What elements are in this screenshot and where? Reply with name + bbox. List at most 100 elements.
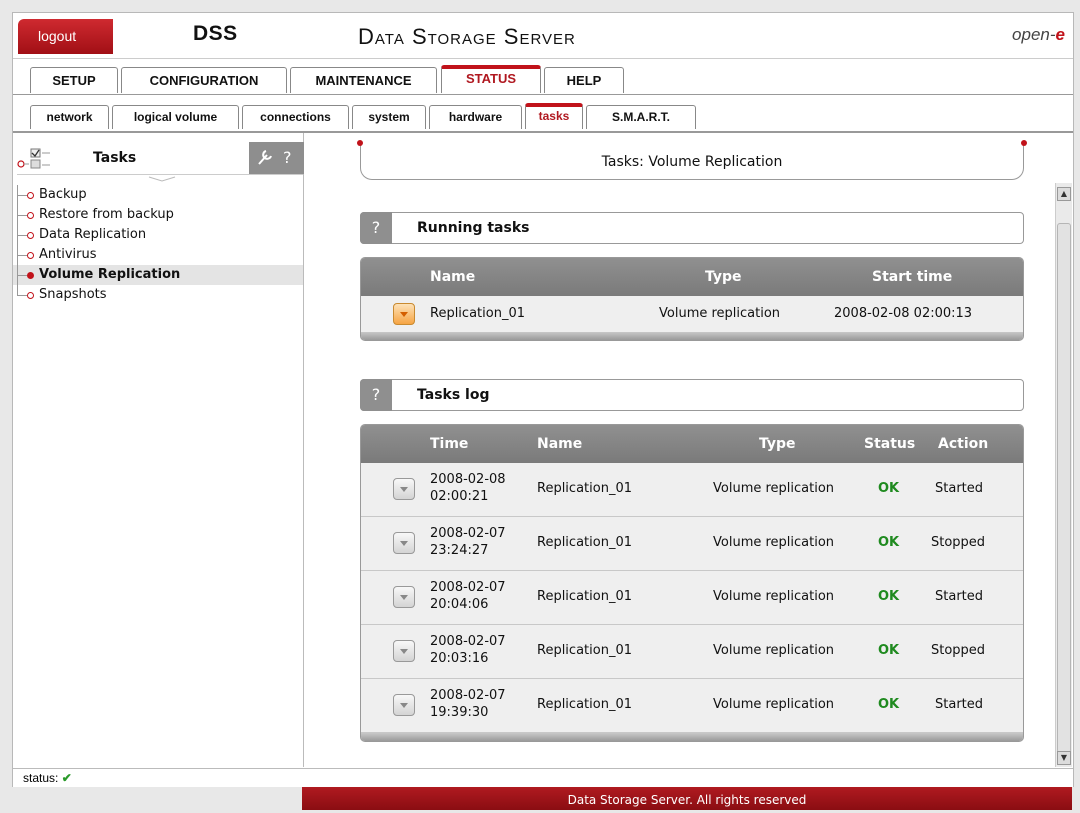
cell-name: Replication_01 [537,643,632,658]
logout-button[interactable]: logout [18,19,113,54]
tree-node-icon [27,272,34,279]
brand-prefix: open- [1012,25,1056,44]
tab-configuration[interactable]: CONFIGURATION [121,67,287,93]
status-badge: OK [878,589,900,604]
cell-type: Volume replication [659,306,781,321]
cell-time: 19:39:30 [430,705,489,720]
cell-time: 02:00:21 [430,489,489,504]
corner-dot [1021,140,1027,146]
table-row: 2008-02-07 20:04:06 Replication_01 Volum… [361,571,1023,625]
cell-start-time: 2008-02-08 02:00:13 [834,306,973,321]
cell-type: Volume replication [713,697,835,712]
status-bar: status: ✔ [13,768,1073,787]
running-tasks-help-button[interactable]: ? [360,212,392,244]
corner-dot [357,140,363,146]
table-header: Name Type Start time [361,258,1023,296]
col-type: Type [705,269,742,285]
col-name: Name [537,436,583,452]
vertical-scrollbar[interactable]: ▲ ▼ [1055,183,1072,767]
status-indicator: status: ✔ [23,771,72,785]
cell-time: 20:03:16 [430,651,489,666]
sidebar: Tasks ? Backup Restore from backup Data … [13,133,305,767]
scroll-up-icon[interactable]: ▲ [1057,187,1071,201]
page-title: Tasks: Volume Replication [357,140,1027,180]
footer: Data Storage Server. All rights reserved [302,787,1072,810]
wrench-icon[interactable] [257,148,273,170]
subtab-network[interactable]: network [30,105,109,129]
subtab-tasks[interactable]: tasks [525,103,583,129]
running-tasks-title: Running tasks [417,220,530,236]
cell-date: 2008-02-07 [430,688,506,703]
col-time: Time [430,436,469,452]
table-footer [361,332,1023,340]
app-window: logout DSS Data Storage Server open-e SE… [12,12,1074,787]
task-tree: Backup Restore from backup Data Replicat… [13,185,303,305]
cell-name: Replication_01 [537,697,632,712]
tab-status[interactable]: STATUS [441,65,541,93]
tasks-list-icon [17,148,50,169]
subtab-connections[interactable]: connections [242,105,349,129]
table-row: 2008-02-07 20:03:16 Replication_01 Volum… [361,625,1023,679]
table-header: Time Name Type Status Action [361,425,1023,463]
collapse-handle-icon[interactable] [147,175,177,183]
tree-item-label: Snapshots [39,287,107,302]
tree-item-label: Volume Replication [39,267,181,282]
cell-action: Started [935,481,984,496]
tree-item-backup[interactable]: Backup [13,185,303,205]
cell-date: 2008-02-07 [430,580,506,595]
col-type: Type [759,436,796,452]
status-badge: OK [878,697,900,712]
tasks-log-header: ? Tasks log [360,379,1024,411]
tasks-log-table: Time Name Type Status Action 2008-02-08 … [360,424,1024,742]
tasks-log-help-button[interactable]: ? [360,379,392,411]
status-badge: OK [878,643,900,658]
running-tasks-header: ? Running tasks [360,212,1024,244]
cell-name: Replication_01 [537,589,632,604]
table-row: 2008-02-07 19:39:30 Replication_01 Volum… [361,679,1023,733]
subtab-hardware[interactable]: hardware [429,105,522,129]
tree-item-antivirus[interactable]: Antivirus [13,245,303,265]
cell-type: Volume replication [713,481,835,496]
col-start-time: Start time [872,269,953,285]
tab-setup[interactable]: SETUP [30,67,118,93]
expand-button[interactable] [393,532,415,554]
cell-action: Stopped [931,643,986,658]
expand-button[interactable] [393,478,415,500]
cell-date: 2008-02-08 [430,472,506,487]
subtab-logical-volume[interactable]: logical volume [112,105,239,129]
table-footer [361,733,1023,741]
page-title-text: Tasks: Volume Replication [601,154,783,170]
tree-item-volume-replication[interactable]: Volume Replication [13,265,303,285]
cell-time: 20:04:06 [430,597,489,612]
cell-action: Started [935,697,984,712]
sidebar-help-button[interactable]: ? [283,148,292,167]
top-header: logout DSS Data Storage Server open-e [13,13,1073,59]
table-row: 2008-02-08 02:00:21 Replication_01 Volum… [361,463,1023,517]
product-short-name: DSS [193,22,238,45]
cell-type: Volume replication [713,589,835,604]
expand-button[interactable] [393,694,415,716]
tree-node-icon [27,192,34,199]
subtab-smart[interactable]: S.M.A.R.T. [586,105,696,129]
brand-suffix: e [1055,25,1065,44]
tab-maintenance[interactable]: MAINTENANCE [290,67,437,93]
tree-node-icon [27,252,34,259]
running-tasks-table: Name Type Start time Replication_01 Volu… [360,257,1024,341]
status-label: status: [23,771,59,785]
scroll-down-icon[interactable]: ▼ [1057,751,1071,765]
expand-button[interactable] [393,586,415,608]
table-row: Replication_01 Volume replication 2008-0… [361,296,1023,332]
cell-action: Started [935,589,984,604]
subtab-system[interactable]: system [352,105,426,129]
expand-button[interactable] [393,640,415,662]
cell-name: Replication_01 [537,535,632,550]
scrollbar-thumb[interactable] [1057,223,1071,753]
tree-item-restore-from-backup[interactable]: Restore from backup [13,205,303,225]
tree-item-data-replication[interactable]: Data Replication [13,225,303,245]
tree-item-label: Antivirus [39,247,97,262]
tasks-log-title: Tasks log [417,387,490,403]
sidebar-header: Tasks ? [17,142,305,182]
expand-button[interactable] [393,303,415,325]
tree-item-snapshots[interactable]: Snapshots [13,285,303,305]
tab-help[interactable]: HELP [544,67,624,93]
